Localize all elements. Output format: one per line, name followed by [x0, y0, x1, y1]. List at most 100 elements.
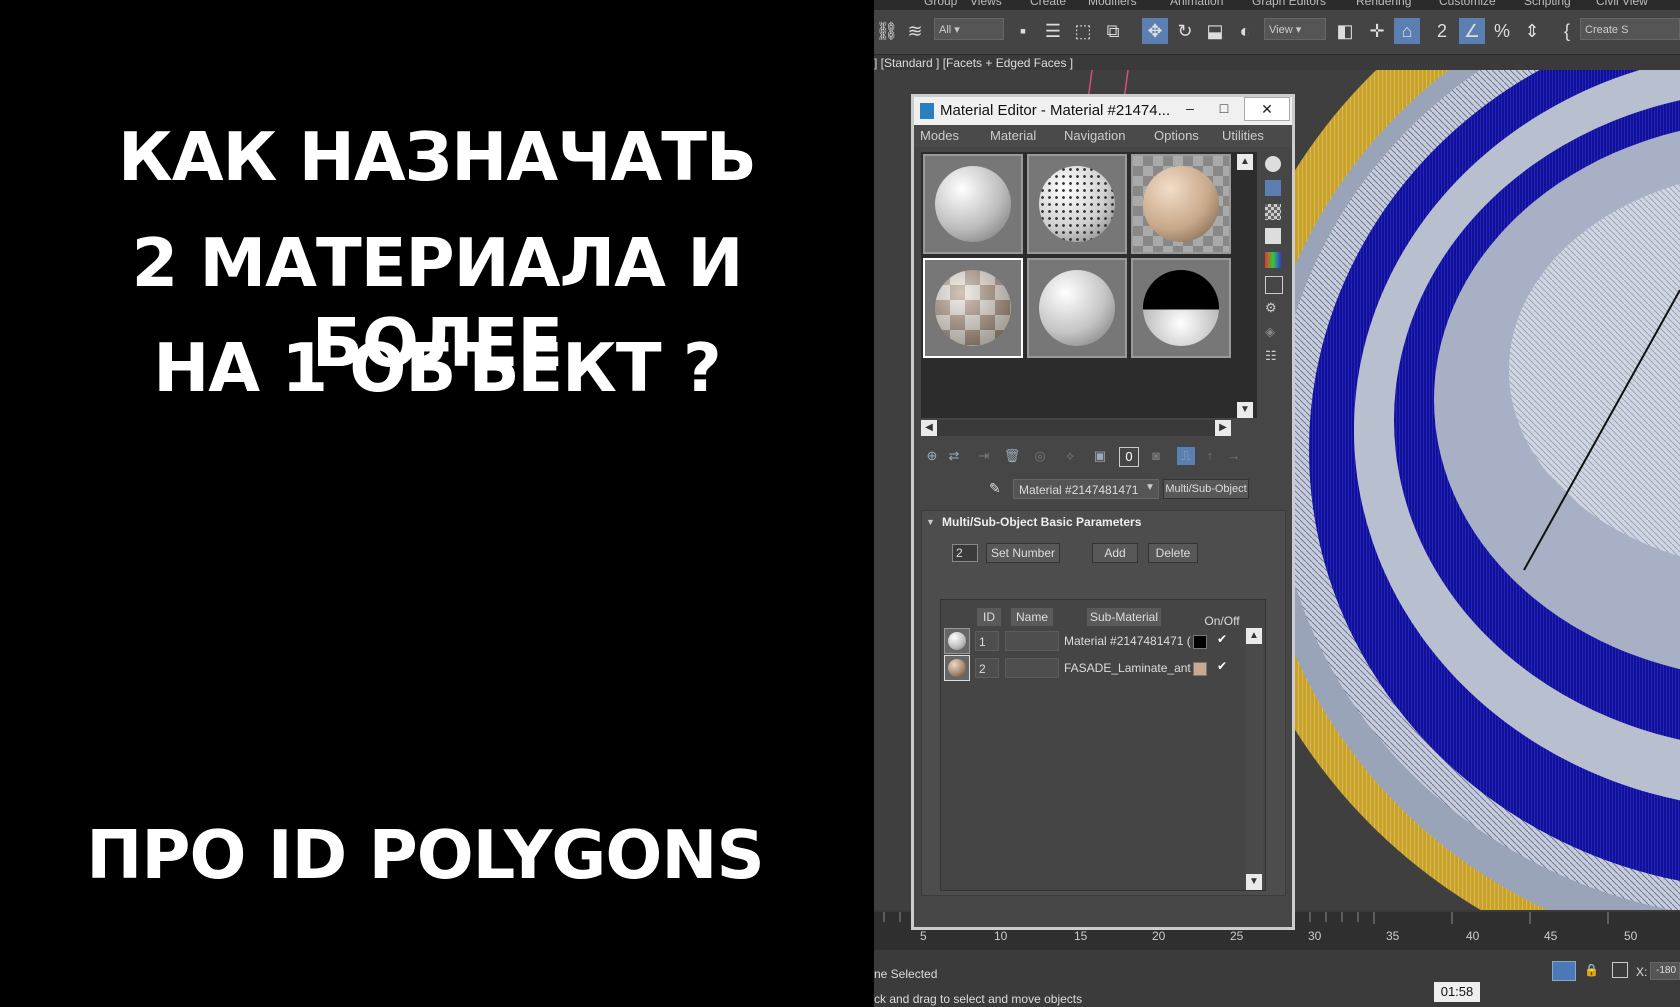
material-id-channel-icon[interactable]: 0 [1119, 447, 1139, 467]
go-forward-sibling-icon[interactable]: → [1225, 447, 1243, 465]
rotate-icon[interactable]: ↻ [1172, 18, 1198, 44]
sub-material-scrollbar[interactable]: ▲ ▼ [1245, 628, 1263, 890]
material-name-field[interactable]: Material #2147481471 [1013, 479, 1159, 499]
sub-material-swatch[interactable] [1193, 662, 1207, 676]
me-menu-modes[interactable]: Modes [920, 128, 959, 143]
me-menu-navigation[interactable]: Navigation [1064, 128, 1125, 143]
column-sub-material[interactable]: Sub-Material [1087, 608, 1161, 626]
menu-create[interactable]: Create [1030, 0, 1066, 8]
select-manipulate-icon[interactable]: ✛ [1364, 18, 1390, 44]
lock-icon[interactable]: 🔒 [1584, 963, 1599, 977]
sample-uv-tiling-icon[interactable] [1265, 228, 1281, 244]
column-id[interactable]: ID [977, 608, 1001, 626]
slots-scroll-up[interactable]: ▲ [1237, 154, 1253, 170]
pivot-icon[interactable]: ◧ [1332, 18, 1358, 44]
link-icon[interactable]: ⛓ [874, 18, 900, 44]
edit-named-sets-icon[interactable]: { [1554, 18, 1580, 44]
sub-material-name[interactable] [1005, 658, 1059, 678]
sub-material-button[interactable]: Material #2147481471 (M [1061, 631, 1191, 651]
put-to-scene-icon[interactable]: ⇄ [945, 447, 963, 465]
sample-slot-5[interactable] [1027, 258, 1127, 358]
viewport-label[interactable]: ] [Standard ] [Facets + Edged Faces ] [874, 56, 1073, 70]
material-type-button[interactable]: Multi/Sub-Object [1163, 479, 1249, 499]
snaps-toggle-icon[interactable]: 2 [1429, 18, 1455, 44]
eyedropper-icon[interactable]: ✎ [989, 480, 1001, 497]
me-menu-options[interactable]: Options [1154, 128, 1199, 143]
rollout-collapse-icon[interactable]: ▼ [926, 511, 935, 533]
selection-filter-dropdown[interactable]: All ▾ [934, 18, 1004, 40]
reset-map-icon[interactable]: 🗑 [1003, 447, 1021, 465]
assign-to-selection-icon[interactable]: ⇥ [975, 447, 993, 465]
coord-x-field[interactable]: -180 [1650, 962, 1680, 980]
sub-material-on-checkbox[interactable]: ✔ [1215, 659, 1229, 673]
me-menu-utilities[interactable]: Utilities [1222, 128, 1264, 143]
slots-scroll-down[interactable]: ▼ [1237, 402, 1253, 418]
spinner-snap-icon[interactable]: ⇕ [1519, 18, 1545, 44]
me-menu-material[interactable]: Material [990, 128, 1036, 143]
maximize-icon[interactable]: □ [1206, 97, 1242, 119]
set-number-input[interactable]: 2 [952, 544, 978, 562]
material-map-navigator-icon[interactable]: ☷ [1265, 348, 1281, 364]
sub-material-on-checkbox[interactable]: ✔ [1215, 632, 1229, 646]
place-icon[interactable]: ◐ [1232, 18, 1258, 44]
select-object-icon[interactable]: ▪ [1010, 18, 1036, 44]
put-to-library-icon[interactable]: ⟡ [1061, 447, 1079, 465]
keyboard-shortcut-icon[interactable]: ⌂ [1394, 18, 1420, 44]
sample-slot-2[interactable] [1027, 154, 1127, 254]
menu-animation[interactable]: Animation [1170, 0, 1223, 8]
slots-scroll-right[interactable]: ▶ [1215, 420, 1231, 436]
delete-button[interactable]: Delete [1148, 543, 1198, 563]
set-number-button[interactable]: Set Number [986, 543, 1060, 563]
backlight-icon[interactable] [1265, 180, 1281, 196]
menu-scripting[interactable]: Scripting [1524, 0, 1571, 8]
window-crossing-icon[interactable]: ⧉ [1100, 18, 1126, 44]
isolate-selection-icon[interactable] [1552, 961, 1576, 981]
move-icon[interactable]: ✥ [1142, 18, 1168, 44]
options-icon[interactable]: ⚙ [1265, 300, 1281, 316]
sub-material-swatch[interactable] [1193, 635, 1207, 649]
sub-material-thumbnail[interactable] [944, 628, 970, 654]
menu-views[interactable]: Views [970, 0, 1002, 8]
chevron-down-icon[interactable]: ▼ [1145, 482, 1155, 493]
menu-rendering[interactable]: Rendering [1356, 0, 1411, 8]
sample-slot-3[interactable] [1131, 154, 1231, 254]
minimize-icon[interactable]: – [1172, 97, 1208, 119]
menu-group[interactable]: Group [924, 0, 957, 8]
list-scroll-up[interactable]: ▲ [1246, 628, 1262, 644]
make-unique-icon[interactable]: ◎ [1031, 447, 1049, 465]
menu-civil-view[interactable]: Civil View [1596, 0, 1648, 8]
rollout-header[interactable]: ▼ Multi/Sub-Object Basic Parameters [922, 511, 1285, 533]
get-material-icon[interactable]: ⊕ [923, 447, 941, 465]
angle-snap-icon[interactable]: ∠ [1459, 18, 1485, 44]
slots-scroll-left[interactable]: ◀ [921, 420, 937, 436]
sub-material-button[interactable]: FASADE_Laminate_antrazi [1061, 658, 1191, 678]
sample-type-icon[interactable] [1265, 156, 1281, 172]
select-by-material-icon[interactable]: ◈ [1265, 324, 1281, 340]
slots-hscrollbar[interactable]: ◀ ▶ [921, 420, 1231, 436]
sample-slot-1[interactable] [923, 154, 1023, 254]
absolute-mode-icon[interactable] [1612, 962, 1628, 978]
select-by-name-icon[interactable]: ☰ [1040, 18, 1066, 44]
bind-spacewarp-icon[interactable]: ≋ [902, 18, 928, 44]
sub-material-name[interactable] [1005, 631, 1059, 651]
reference-coord-dropdown[interactable]: View ▾ [1264, 18, 1326, 40]
close-icon[interactable]: ✕ [1244, 97, 1290, 121]
video-color-check-icon[interactable] [1265, 252, 1281, 268]
percent-snap-icon[interactable]: % [1489, 18, 1515, 44]
sub-material-id[interactable]: 2 [975, 658, 999, 678]
save-icon[interactable]: ▣ [1091, 447, 1109, 465]
sub-material-thumbnail[interactable] [944, 655, 970, 681]
show-shaded-icon[interactable]: ◙ [1147, 447, 1165, 465]
create-selection-set-dropdown[interactable]: Create S [1580, 18, 1680, 40]
background-icon[interactable] [1265, 204, 1281, 220]
menu-graph-editors[interactable]: Graph Editors [1252, 0, 1326, 8]
menu-modifiers[interactable]: Modifiers [1088, 0, 1137, 8]
show-end-result-icon[interactable]: ⎍ [1177, 447, 1195, 465]
sub-material-id[interactable]: 1 [975, 631, 999, 651]
rect-selection-icon[interactable]: ⬚ [1070, 18, 1096, 44]
column-name[interactable]: Name [1011, 608, 1053, 626]
add-button[interactable]: Add [1092, 543, 1138, 563]
make-preview-icon[interactable] [1265, 276, 1283, 294]
go-to-parent-icon[interactable]: ↑ [1201, 447, 1219, 465]
menu-customize[interactable]: Customize [1439, 0, 1496, 8]
